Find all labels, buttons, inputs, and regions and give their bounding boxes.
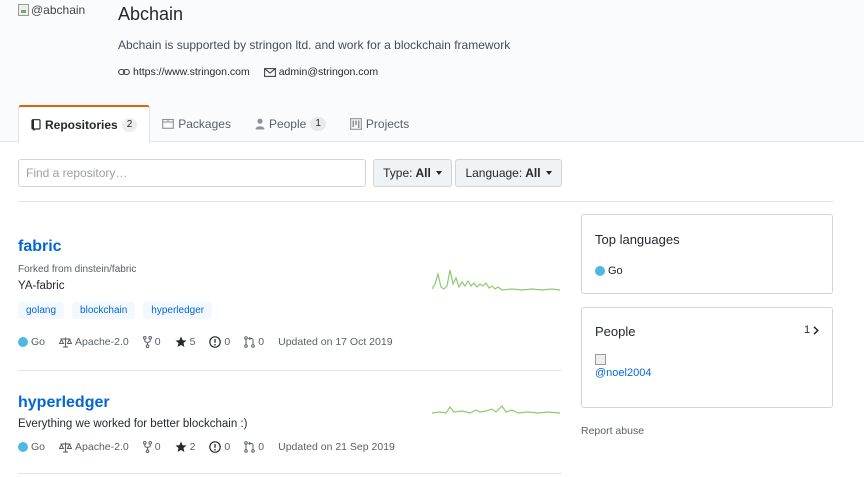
repo-stars[interactable]: 2: [175, 441, 195, 453]
repo-forked-from[interactable]: Forked from dinstein/fabric: [18, 264, 136, 275]
org-email[interactable]: admin@stringon.com: [263, 66, 378, 78]
tab-projects[interactable]: Projects: [338, 105, 421, 142]
broken-image-icon: [18, 4, 29, 16]
org-header: @abchain Abchain Abchain is supported by…: [0, 0, 864, 143]
org-tabs: Repositories 2 Packages People 1 Project…: [18, 105, 421, 143]
repo-description: Everything we worked for better blockcha…: [18, 418, 248, 430]
caret-down-icon: [435, 171, 442, 175]
member-avatar[interactable]: @noel2004: [595, 354, 651, 379]
repo-icon: [31, 119, 41, 131]
repo-link-hyperledger[interactable]: hyperledger: [18, 394, 110, 412]
broken-image-icon: [595, 354, 606, 365]
law-icon: [59, 337, 73, 348]
repo-topics: golang blockchain hyperledger: [18, 302, 213, 319]
activity-sparkline: [432, 269, 561, 291]
repo-stars[interactable]: 5: [175, 336, 195, 348]
top-language-item[interactable]: Go: [595, 265, 637, 277]
repo-updated: Updated on 21 Sep 2019: [278, 441, 395, 453]
topic-tag[interactable]: hyperledger: [143, 302, 213, 319]
repo-pulls[interactable]: 0: [244, 336, 264, 348]
repo-description: YA-fabric: [18, 280, 65, 292]
repo-divider: [18, 473, 562, 474]
repo-license: Apache-2.0: [59, 336, 129, 348]
repo-link-fabric[interactable]: fabric: [18, 238, 62, 256]
star-icon: [175, 441, 187, 452]
top-languages-box: Top languages Go: [581, 214, 833, 294]
mail-icon: [263, 67, 276, 77]
language-color-icon: [595, 266, 605, 276]
people-count-link[interactable]: 1: [804, 324, 820, 336]
pull-request-icon: [244, 336, 256, 348]
topic-tag[interactable]: blockchain: [72, 302, 136, 319]
filter-divider: [18, 201, 834, 202]
repositories-count: 2: [121, 118, 138, 132]
project-icon: [350, 117, 362, 130]
repo-license: Apache-2.0: [59, 441, 129, 453]
tab-repositories[interactable]: Repositories 2: [18, 105, 151, 143]
package-icon: [162, 118, 175, 129]
org-meta: https://www.stringon.com admin@stringon.…: [118, 66, 378, 78]
org-website[interactable]: https://www.stringon.com: [118, 66, 250, 78]
tab-packages[interactable]: Packages: [150, 105, 243, 142]
repo-updated: Updated on 17 Oct 2019: [278, 336, 393, 348]
repo-language: Go: [18, 336, 45, 348]
chevron-right-icon: [813, 325, 820, 335]
topic-tag[interactable]: golang: [18, 302, 65, 319]
language-color-icon: [18, 337, 28, 347]
org-avatar: @abchain: [18, 2, 108, 18]
issue-icon: [209, 441, 222, 453]
people-title[interactable]: People: [595, 324, 635, 339]
repo-pulls[interactable]: 0: [244, 441, 264, 453]
report-abuse-link[interactable]: Report abuse: [581, 425, 644, 437]
repo-language: Go: [18, 441, 45, 453]
people-tab-count: 1: [310, 116, 326, 131]
repo-divider: [18, 370, 562, 371]
top-languages-title: Top languages: [595, 232, 680, 247]
repo-meta: Go Apache-2.0 0 2 0 0 Updated on 21 Sep …: [18, 441, 409, 453]
person-icon: [255, 118, 265, 129]
org-description: Abchain is supported by stringon ltd. an…: [118, 38, 511, 52]
issue-icon: [209, 336, 222, 348]
link-icon: [118, 68, 130, 76]
fork-icon: [142, 441, 152, 453]
people-box: People 1 @noel2004: [581, 307, 833, 408]
fork-icon: [142, 336, 152, 348]
pull-request-icon: [244, 441, 256, 453]
star-icon: [175, 336, 187, 347]
repository-search-input[interactable]: [18, 159, 366, 187]
tab-people[interactable]: People 1: [243, 105, 338, 142]
type-filter-button[interactable]: Type: All: [373, 159, 452, 187]
language-color-icon: [18, 442, 28, 452]
activity-sparkline: [432, 405, 561, 414]
org-name: Abchain: [118, 4, 184, 24]
law-icon: [59, 442, 73, 453]
repo-issues[interactable]: 0: [209, 336, 230, 348]
repo-forks[interactable]: 0: [142, 336, 161, 348]
repo-issues[interactable]: 0: [209, 441, 230, 453]
language-filter-button[interactable]: Language: All: [455, 159, 562, 187]
repo-meta: Go Apache-2.0 0 5 0 0 Updated on 17 Oct …: [18, 336, 407, 348]
caret-down-icon: [545, 171, 552, 175]
repo-forks[interactable]: 0: [142, 441, 161, 453]
